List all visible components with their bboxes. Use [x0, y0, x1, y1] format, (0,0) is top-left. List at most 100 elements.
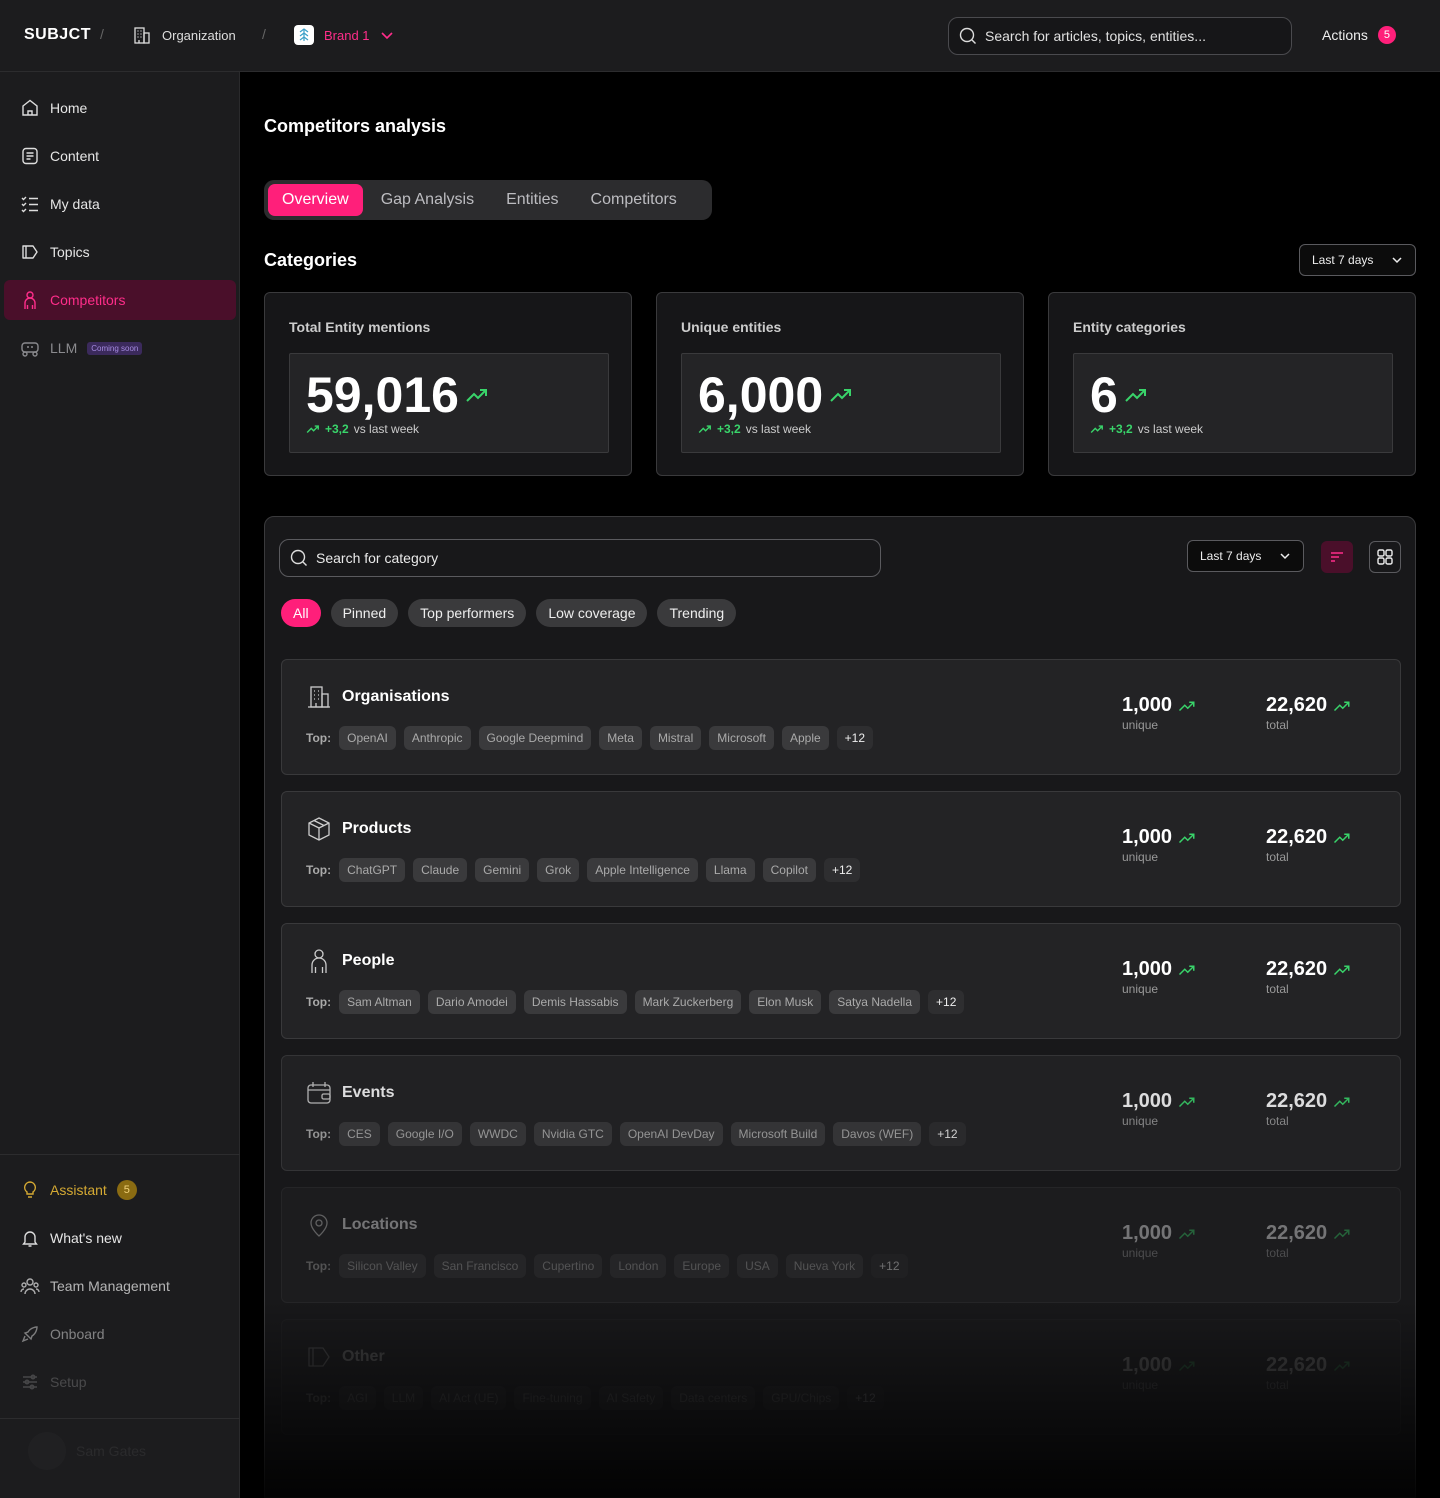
sidebar-item-competitors[interactable]: Competitors [4, 280, 236, 320]
total-label: total [1266, 1246, 1289, 1260]
entity-tag[interactable]: Demis Hassabis [523, 990, 627, 1014]
entity-tag[interactable]: Davos (WEF) [833, 1122, 922, 1146]
entity-tag[interactable]: Mark Zuckerberg [634, 990, 742, 1014]
person-icon [24, 291, 36, 309]
stat-delta: +3,2 vs last week [698, 422, 811, 436]
sidebar-item-assistant[interactable]: Assistant 5 [4, 1170, 236, 1210]
entity-tag[interactable]: Meta [599, 726, 642, 750]
entity-tag[interactable]: LLM [383, 1386, 424, 1410]
entity-tag[interactable]: Cupertino [534, 1254, 603, 1278]
tab-overview[interactable]: Overview [268, 184, 363, 216]
trend-up-icon [1179, 1229, 1195, 1239]
more-tags-badge[interactable]: +12 [836, 726, 874, 750]
section-title: Categories [264, 250, 358, 270]
sidebar-item-llm[interactable]: LLM Coming soon [4, 328, 236, 368]
more-tags-badge[interactable]: +12 [823, 858, 861, 882]
entity-tag[interactable]: OpenAI DevDay [619, 1122, 723, 1146]
sidebar-item-content[interactable]: Content [4, 136, 236, 176]
sidebar-divider [0, 1154, 240, 1155]
stat-number: 6,000 [698, 367, 824, 423]
entity-tag[interactable]: Microsoft Build [730, 1122, 826, 1146]
entity-tag[interactable]: London [610, 1254, 667, 1278]
entity-tag[interactable]: ChatGPT [339, 858, 406, 882]
total-value: 22,620 [1266, 1354, 1328, 1376]
category-search[interactable] [279, 539, 881, 577]
category-card-organisations[interactable]: Organisations Top: OpenAI Anthropic Goog… [281, 659, 1401, 775]
category-card-other[interactable]: Other Top: AGI LLM AI Act (UE) Fine-tuni… [281, 1319, 1401, 1435]
sidebar-item-whats-new[interactable]: What's new [4, 1218, 236, 1258]
global-search[interactable] [948, 17, 1292, 55]
entity-tag[interactable]: WWDC [469, 1122, 526, 1146]
entity-tag[interactable]: Nvidia GTC [533, 1122, 612, 1146]
entity-tag[interactable]: Claude [413, 858, 468, 882]
trend-up-icon [1334, 965, 1350, 975]
category-card-locations[interactable]: Locations Top: Silicon Valley San Franci… [281, 1187, 1401, 1303]
category-top-tags: Top: AGI LLM AI Act (UE) Fine-tuning AI … [306, 1386, 884, 1410]
more-tags-badge[interactable]: +12 [847, 1386, 884, 1410]
sidebar-item-team-management[interactable]: Team Management [4, 1266, 236, 1306]
entity-tag[interactable]: San Francisco [433, 1254, 527, 1278]
global-search-input[interactable] [985, 28, 1275, 44]
entity-tag[interactable]: Google I/O [387, 1122, 462, 1146]
entity-tag[interactable]: Data centers [671, 1386, 756, 1410]
app-logo[interactable]: SUBJCT [24, 26, 91, 44]
entity-tag[interactable]: Llama [705, 858, 755, 882]
tab-gap-analysis[interactable]: Gap Analysis [367, 184, 488, 216]
sort-button[interactable] [1321, 541, 1353, 573]
category-card-people[interactable]: People Top: Sam Altman Dario Amodei Demi… [281, 923, 1401, 1039]
chip-top-performers[interactable]: Top performers [408, 599, 527, 627]
entity-tag[interactable]: AGI [339, 1386, 376, 1410]
entity-tag[interactable]: Anthropic [403, 726, 471, 750]
panel-date-range-select[interactable]: Last 7 days [1187, 540, 1304, 572]
chip-low-coverage[interactable]: Low coverage [536, 599, 648, 627]
entity-tag[interactable]: Elon Musk [749, 990, 822, 1014]
tab-competitors[interactable]: Competitors [577, 184, 691, 216]
entity-tag[interactable]: Gemini [475, 858, 530, 882]
actions-button[interactable]: Actions 5 [1322, 26, 1396, 44]
tab-entities[interactable]: Entities [492, 184, 572, 216]
entity-tag[interactable]: Apple [781, 726, 829, 750]
entity-tag[interactable]: Apple Intelligence [587, 858, 698, 882]
entity-tag[interactable]: Dario Amodei [427, 990, 516, 1014]
trend-up-icon [466, 389, 487, 402]
chip-trending[interactable]: Trending [657, 599, 737, 627]
sidebar-item-my-data[interactable]: My data [4, 184, 236, 224]
entity-tag[interactable]: Copilot [762, 858, 816, 882]
entity-tag[interactable]: Europe [674, 1254, 730, 1278]
sidebar-item-setup[interactable]: Setup [4, 1362, 236, 1402]
entity-tag[interactable]: Mistral [649, 726, 702, 750]
entity-tag[interactable]: OpenAI [339, 726, 396, 750]
brand-switcher[interactable]: Brand 1 [294, 25, 394, 45]
chip-pinned[interactable]: Pinned [330, 599, 399, 627]
entity-tag[interactable]: Satya Nadella [829, 990, 921, 1014]
entity-tag[interactable]: AI Safety [598, 1386, 664, 1410]
entity-tag[interactable]: Sam Altman [339, 990, 420, 1014]
chip-all[interactable]: All [281, 599, 321, 627]
entity-tag[interactable]: Google Deepmind [478, 726, 592, 750]
entity-tag[interactable]: GPU/Chips [763, 1386, 840, 1410]
entity-tag[interactable]: Microsoft [709, 726, 774, 750]
more-tags-badge[interactable]: +12 [928, 990, 965, 1014]
category-card-products[interactable]: Products Top: ChatGPT Claude Gemini Grok… [281, 791, 1401, 907]
date-range-select[interactable]: Last 7 days [1299, 244, 1416, 276]
robot-icon [21, 342, 39, 357]
entity-tag[interactable]: AI Act (UE) [431, 1386, 507, 1410]
trend-up-icon [1334, 1229, 1350, 1239]
more-tags-badge[interactable]: +12 [929, 1122, 966, 1146]
entity-tag[interactable]: Nueva York [785, 1254, 864, 1278]
entity-tag[interactable]: Grok [537, 858, 580, 882]
sidebar-item-topics[interactable]: Topics [4, 232, 236, 272]
sidebar-item-onboard[interactable]: Onboard [4, 1314, 236, 1354]
entity-tag[interactable]: Fine-tuning [514, 1386, 591, 1410]
category-card-events[interactable]: Events Top: CES Google I/O WWDC Nvidia G… [281, 1055, 1401, 1171]
more-tags-badge[interactable]: +12 [871, 1254, 908, 1278]
sidebar-item-home[interactable]: Home [4, 88, 236, 128]
breadcrumb-organization[interactable]: Organization [132, 25, 236, 45]
grid-view-button[interactable] [1369, 541, 1401, 573]
entity-tag[interactable]: CES [339, 1122, 380, 1146]
user-profile[interactable]: Sam Gates [28, 1432, 146, 1470]
category-search-input[interactable] [316, 550, 856, 566]
category-top-tags: Top: CES Google I/O WWDC Nvidia GTC Open… [306, 1122, 966, 1146]
entity-tag[interactable]: USA [737, 1254, 778, 1278]
entity-tag[interactable]: Silicon Valley [339, 1254, 426, 1278]
